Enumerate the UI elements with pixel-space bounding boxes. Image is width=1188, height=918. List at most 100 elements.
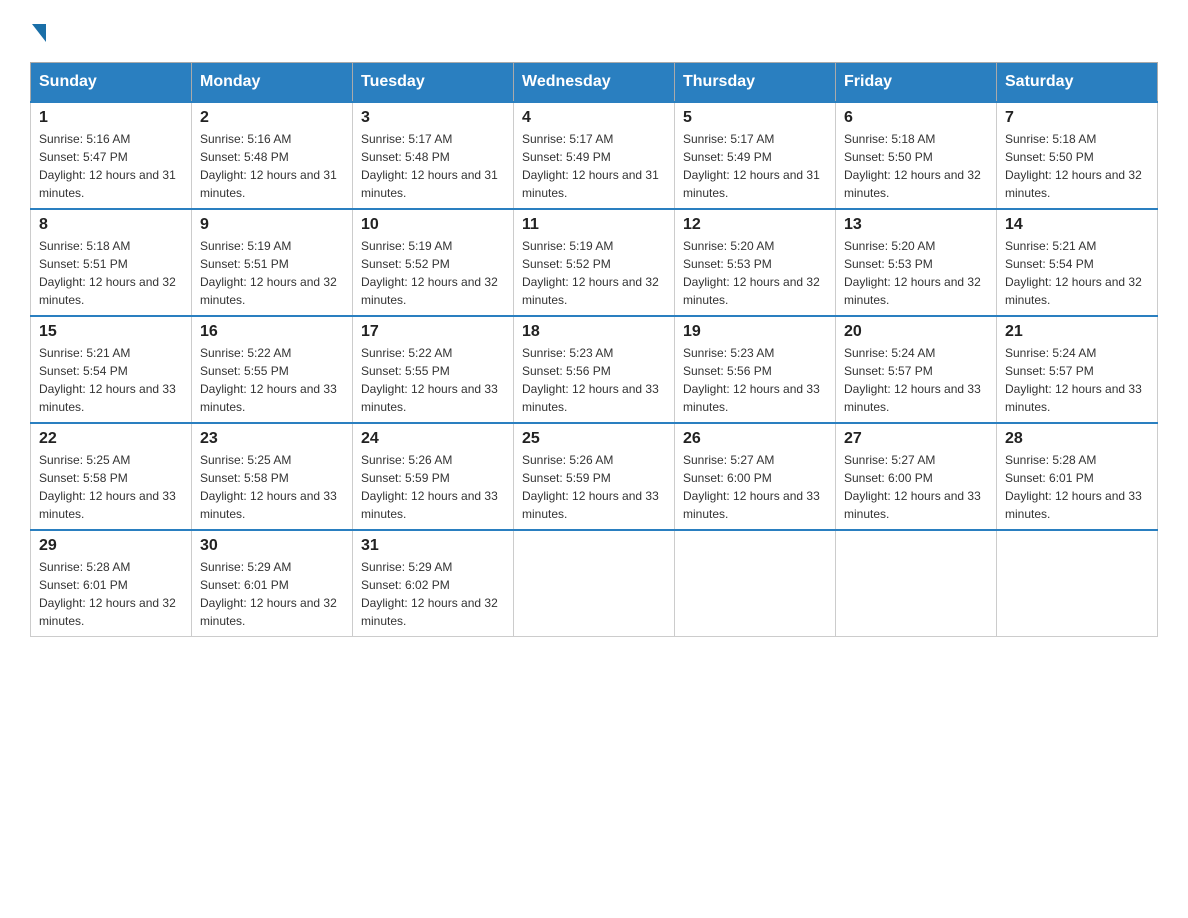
day-info: Sunrise: 5:19 AM Sunset: 5:51 PM Dayligh…	[200, 237, 344, 309]
day-info: Sunrise: 5:23 AM Sunset: 5:56 PM Dayligh…	[683, 344, 827, 416]
col-header-saturday: Saturday	[997, 63, 1158, 103]
day-number: 14	[1005, 216, 1149, 234]
week-row-5: 29 Sunrise: 5:28 AM Sunset: 6:01 PM Dayl…	[31, 530, 1158, 637]
calendar-cell: 18 Sunrise: 5:23 AM Sunset: 5:56 PM Dayl…	[514, 316, 675, 423]
day-number: 13	[844, 216, 988, 234]
day-number: 27	[844, 430, 988, 448]
logo	[30, 20, 46, 42]
day-info: Sunrise: 5:19 AM Sunset: 5:52 PM Dayligh…	[522, 237, 666, 309]
calendar-cell: 30 Sunrise: 5:29 AM Sunset: 6:01 PM Dayl…	[192, 530, 353, 637]
day-info: Sunrise: 5:29 AM Sunset: 6:02 PM Dayligh…	[361, 558, 505, 630]
calendar-cell: 13 Sunrise: 5:20 AM Sunset: 5:53 PM Dayl…	[836, 209, 997, 316]
calendar-cell	[836, 530, 997, 637]
day-number: 25	[522, 430, 666, 448]
col-header-sunday: Sunday	[31, 63, 192, 103]
day-info: Sunrise: 5:18 AM Sunset: 5:50 PM Dayligh…	[844, 130, 988, 202]
col-header-wednesday: Wednesday	[514, 63, 675, 103]
calendar-cell: 16 Sunrise: 5:22 AM Sunset: 5:55 PM Dayl…	[192, 316, 353, 423]
calendar-cell: 7 Sunrise: 5:18 AM Sunset: 5:50 PM Dayli…	[997, 102, 1158, 209]
calendar-cell: 21 Sunrise: 5:24 AM Sunset: 5:57 PM Dayl…	[997, 316, 1158, 423]
week-row-4: 22 Sunrise: 5:25 AM Sunset: 5:58 PM Dayl…	[31, 423, 1158, 530]
day-number: 2	[200, 109, 344, 127]
day-number: 16	[200, 323, 344, 341]
col-header-friday: Friday	[836, 63, 997, 103]
day-number: 7	[1005, 109, 1149, 127]
day-info: Sunrise: 5:26 AM Sunset: 5:59 PM Dayligh…	[361, 451, 505, 523]
calendar-cell: 14 Sunrise: 5:21 AM Sunset: 5:54 PM Dayl…	[997, 209, 1158, 316]
calendar-cell: 25 Sunrise: 5:26 AM Sunset: 5:59 PM Dayl…	[514, 423, 675, 530]
day-info: Sunrise: 5:16 AM Sunset: 5:47 PM Dayligh…	[39, 130, 183, 202]
day-info: Sunrise: 5:25 AM Sunset: 5:58 PM Dayligh…	[39, 451, 183, 523]
calendar-cell: 6 Sunrise: 5:18 AM Sunset: 5:50 PM Dayli…	[836, 102, 997, 209]
day-info: Sunrise: 5:21 AM Sunset: 5:54 PM Dayligh…	[1005, 237, 1149, 309]
calendar-table: SundayMondayTuesdayWednesdayThursdayFrid…	[30, 62, 1158, 637]
day-number: 4	[522, 109, 666, 127]
day-info: Sunrise: 5:29 AM Sunset: 6:01 PM Dayligh…	[200, 558, 344, 630]
calendar-cell: 20 Sunrise: 5:24 AM Sunset: 5:57 PM Dayl…	[836, 316, 997, 423]
calendar-cell: 2 Sunrise: 5:16 AM Sunset: 5:48 PM Dayli…	[192, 102, 353, 209]
calendar-cell: 15 Sunrise: 5:21 AM Sunset: 5:54 PM Dayl…	[31, 316, 192, 423]
calendar-cell: 31 Sunrise: 5:29 AM Sunset: 6:02 PM Dayl…	[353, 530, 514, 637]
day-number: 23	[200, 430, 344, 448]
day-number: 5	[683, 109, 827, 127]
day-info: Sunrise: 5:22 AM Sunset: 5:55 PM Dayligh…	[361, 344, 505, 416]
day-info: Sunrise: 5:21 AM Sunset: 5:54 PM Dayligh…	[39, 344, 183, 416]
day-number: 21	[1005, 323, 1149, 341]
day-number: 26	[683, 430, 827, 448]
calendar-cell: 24 Sunrise: 5:26 AM Sunset: 5:59 PM Dayl…	[353, 423, 514, 530]
calendar-cell: 10 Sunrise: 5:19 AM Sunset: 5:52 PM Dayl…	[353, 209, 514, 316]
calendar-cell: 29 Sunrise: 5:28 AM Sunset: 6:01 PM Dayl…	[31, 530, 192, 637]
calendar-cell: 5 Sunrise: 5:17 AM Sunset: 5:49 PM Dayli…	[675, 102, 836, 209]
day-number: 30	[200, 537, 344, 555]
week-row-3: 15 Sunrise: 5:21 AM Sunset: 5:54 PM Dayl…	[31, 316, 1158, 423]
day-number: 6	[844, 109, 988, 127]
day-number: 18	[522, 323, 666, 341]
day-number: 9	[200, 216, 344, 234]
col-header-thursday: Thursday	[675, 63, 836, 103]
page-header	[30, 20, 1158, 42]
day-info: Sunrise: 5:27 AM Sunset: 6:00 PM Dayligh…	[683, 451, 827, 523]
calendar-cell	[675, 530, 836, 637]
day-number: 15	[39, 323, 183, 341]
day-info: Sunrise: 5:28 AM Sunset: 6:01 PM Dayligh…	[1005, 451, 1149, 523]
day-info: Sunrise: 5:28 AM Sunset: 6:01 PM Dayligh…	[39, 558, 183, 630]
calendar-cell: 17 Sunrise: 5:22 AM Sunset: 5:55 PM Dayl…	[353, 316, 514, 423]
calendar-cell: 27 Sunrise: 5:27 AM Sunset: 6:00 PM Dayl…	[836, 423, 997, 530]
day-info: Sunrise: 5:17 AM Sunset: 5:49 PM Dayligh…	[683, 130, 827, 202]
day-info: Sunrise: 5:19 AM Sunset: 5:52 PM Dayligh…	[361, 237, 505, 309]
calendar-cell: 3 Sunrise: 5:17 AM Sunset: 5:48 PM Dayli…	[353, 102, 514, 209]
calendar-cell: 9 Sunrise: 5:19 AM Sunset: 5:51 PM Dayli…	[192, 209, 353, 316]
calendar-header-row: SundayMondayTuesdayWednesdayThursdayFrid…	[31, 63, 1158, 103]
calendar-cell: 11 Sunrise: 5:19 AM Sunset: 5:52 PM Dayl…	[514, 209, 675, 316]
calendar-cell: 19 Sunrise: 5:23 AM Sunset: 5:56 PM Dayl…	[675, 316, 836, 423]
calendar-cell: 23 Sunrise: 5:25 AM Sunset: 5:58 PM Dayl…	[192, 423, 353, 530]
day-number: 20	[844, 323, 988, 341]
calendar-cell: 1 Sunrise: 5:16 AM Sunset: 5:47 PM Dayli…	[31, 102, 192, 209]
day-info: Sunrise: 5:18 AM Sunset: 5:51 PM Dayligh…	[39, 237, 183, 309]
calendar-cell: 12 Sunrise: 5:20 AM Sunset: 5:53 PM Dayl…	[675, 209, 836, 316]
day-info: Sunrise: 5:17 AM Sunset: 5:49 PM Dayligh…	[522, 130, 666, 202]
calendar-cell: 28 Sunrise: 5:28 AM Sunset: 6:01 PM Dayl…	[997, 423, 1158, 530]
day-number: 22	[39, 430, 183, 448]
day-info: Sunrise: 5:24 AM Sunset: 5:57 PM Dayligh…	[844, 344, 988, 416]
day-number: 28	[1005, 430, 1149, 448]
week-row-1: 1 Sunrise: 5:16 AM Sunset: 5:47 PM Dayli…	[31, 102, 1158, 209]
day-info: Sunrise: 5:24 AM Sunset: 5:57 PM Dayligh…	[1005, 344, 1149, 416]
day-info: Sunrise: 5:16 AM Sunset: 5:48 PM Dayligh…	[200, 130, 344, 202]
day-number: 19	[683, 323, 827, 341]
calendar-cell	[997, 530, 1158, 637]
day-number: 17	[361, 323, 505, 341]
day-info: Sunrise: 5:17 AM Sunset: 5:48 PM Dayligh…	[361, 130, 505, 202]
calendar-cell: 8 Sunrise: 5:18 AM Sunset: 5:51 PM Dayli…	[31, 209, 192, 316]
day-number: 29	[39, 537, 183, 555]
calendar-cell: 22 Sunrise: 5:25 AM Sunset: 5:58 PM Dayl…	[31, 423, 192, 530]
day-info: Sunrise: 5:25 AM Sunset: 5:58 PM Dayligh…	[200, 451, 344, 523]
day-number: 3	[361, 109, 505, 127]
day-number: 11	[522, 216, 666, 234]
day-number: 24	[361, 430, 505, 448]
calendar-cell	[514, 530, 675, 637]
day-number: 1	[39, 109, 183, 127]
week-row-2: 8 Sunrise: 5:18 AM Sunset: 5:51 PM Dayli…	[31, 209, 1158, 316]
day-info: Sunrise: 5:27 AM Sunset: 6:00 PM Dayligh…	[844, 451, 988, 523]
day-number: 8	[39, 216, 183, 234]
